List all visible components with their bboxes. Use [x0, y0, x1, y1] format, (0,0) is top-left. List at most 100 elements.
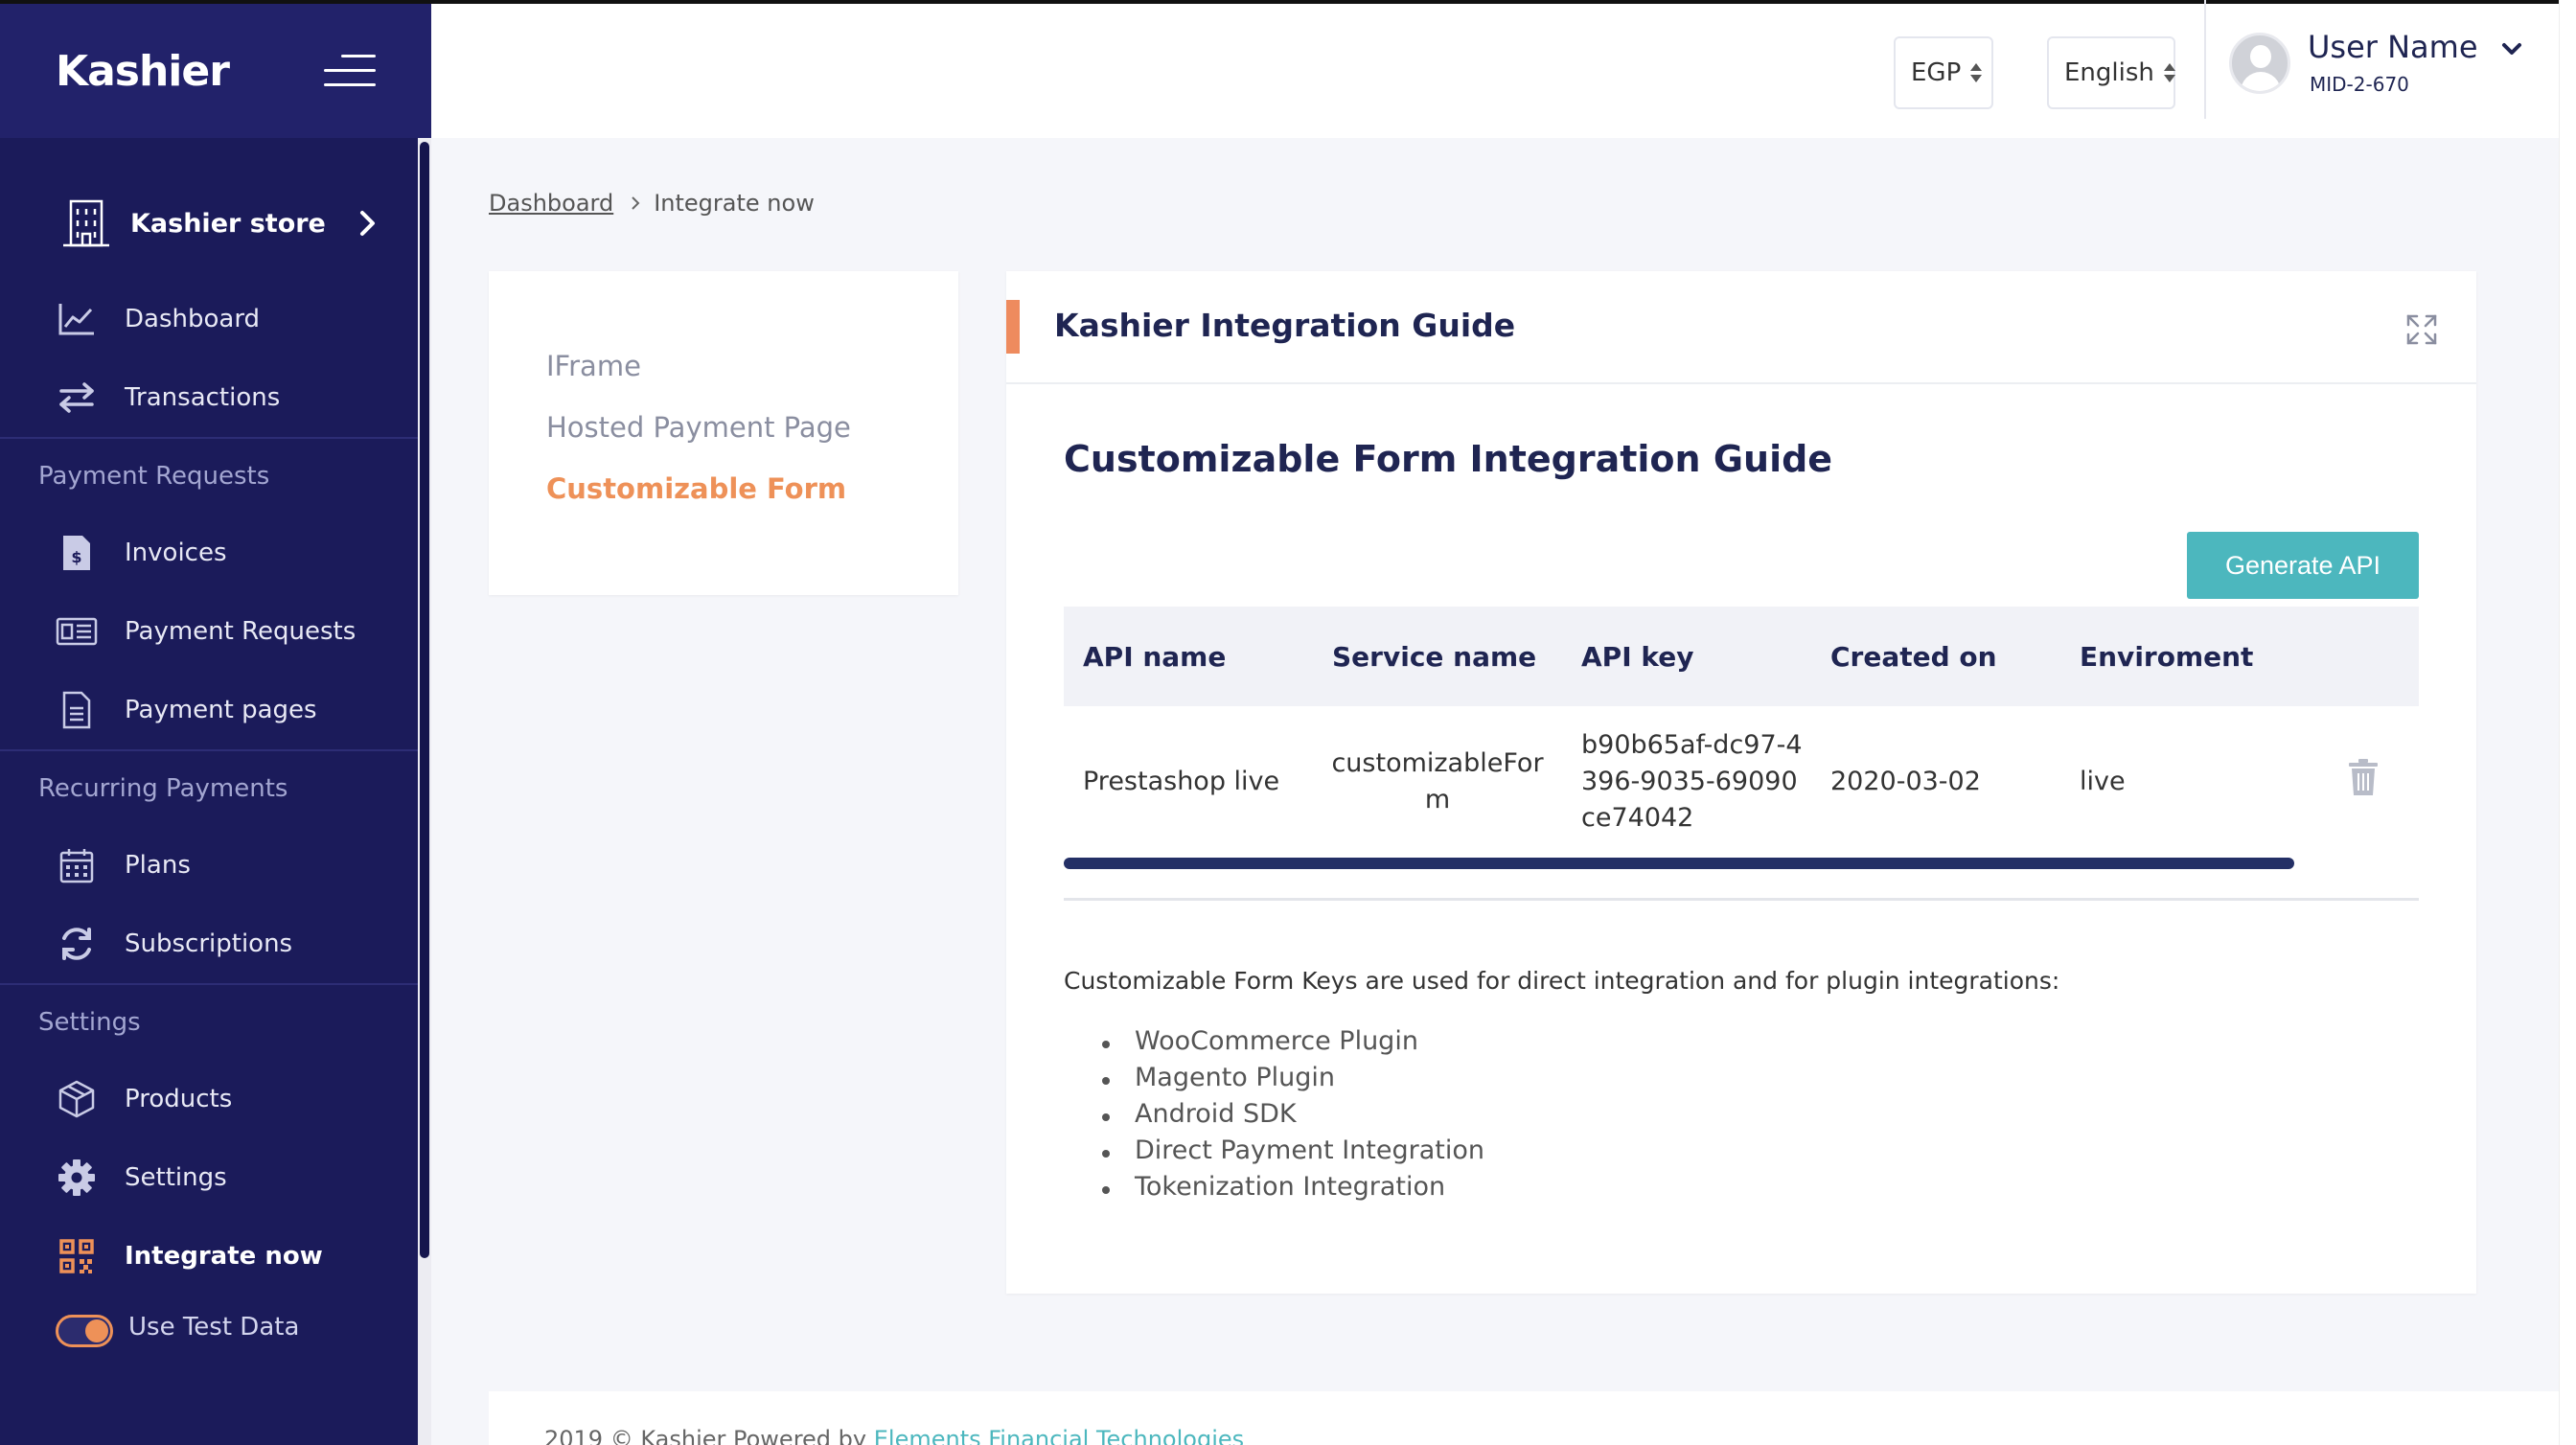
chevron-right-icon [632, 196, 640, 210]
column-header: API name [1083, 640, 1227, 673]
sidebar-item-subscriptions[interactable]: Subscriptions [0, 912, 418, 975]
guide-title: Kashier Integration Guide [1054, 307, 1516, 344]
integration-list: WooCommerce Plugin Magento Plugin Androi… [1102, 1026, 1484, 1208]
sidebar-item-products[interactable]: Products [0, 1067, 418, 1131]
menu-item-customizable-form[interactable]: Customizable Form [546, 472, 846, 505]
sort-arrows-icon [1970, 61, 1982, 84]
sidebar-item-label: Settings [125, 1163, 227, 1192]
sidebar-item-invoices[interactable]: $ Invoices [0, 521, 418, 585]
qr-code-icon [56, 1235, 98, 1277]
test-data-label: Use Test Data [128, 1313, 300, 1342]
integration-guide-card: Kashier Integration Guide Customizable F… [1006, 271, 2476, 1294]
sidebar-item-label: Transactions [125, 383, 281, 412]
sidebar-item-dashboard[interactable]: Dashboard [0, 287, 418, 351]
api-name-cell: Prestashop live [1083, 767, 1280, 796]
section-payment-requests: Payment Requests [38, 462, 270, 491]
sidebar-item-payment-requests[interactable]: Payment Requests [0, 600, 418, 663]
guide-header: Kashier Integration Guide [1006, 271, 2476, 384]
table-horizontal-scrollbar[interactable] [1064, 858, 2294, 869]
sidebar-item-integrate-now[interactable]: Integrate now [0, 1225, 418, 1288]
sidebar-scrollbar-thumb[interactable] [420, 142, 429, 1258]
language-select[interactable]: English [2047, 36, 2175, 109]
sidebar-item-label: Invoices [125, 539, 227, 567]
page-icon [56, 689, 98, 731]
list-item: Tokenization Integration [1102, 1172, 1484, 1208]
integration-description: Customizable Form Keys are used for dire… [1064, 967, 2060, 995]
breadcrumb-current: Integrate now [654, 190, 815, 217]
sidebar-item-transactions[interactable]: Transactions [0, 366, 418, 429]
expand-icon[interactable] [2405, 313, 2438, 346]
user-name[interactable]: User Name [2308, 29, 2478, 65]
menu-item-iframe[interactable]: IFrame [546, 350, 641, 382]
payment-request-icon [56, 610, 98, 653]
chevron-down-icon[interactable] [2499, 36, 2524, 61]
column-header: Created on [1830, 640, 1997, 673]
avatar[interactable] [2229, 33, 2290, 94]
sidebar-item-payment-pages[interactable]: Payment pages [0, 678, 418, 742]
menu-item-hosted-payment-page[interactable]: Hosted Payment Page [546, 411, 851, 444]
sidebar-item-label: Products [125, 1085, 233, 1113]
column-header: Enviroment [2080, 640, 2254, 673]
sidebar-item-label: Dashboard [125, 305, 261, 333]
footer-company-link[interactable]: Elements Financial Technologies [874, 1426, 1244, 1445]
table-header: API name Service name API key Created on… [1064, 607, 2419, 706]
divider [0, 749, 418, 751]
api-key-cell[interactable]: b90b65af-dc97-4396-9035-69090ce74042 [1562, 727, 1811, 837]
chart-line-icon [56, 298, 98, 340]
divider [2204, 0, 2206, 119]
section-recurring-payments: Recurring Payments [38, 774, 288, 803]
column-header: Service name [1332, 640, 1537, 673]
environment-cell: live [2080, 767, 2126, 796]
sidebar-item-settings[interactable]: Settings [0, 1146, 418, 1209]
list-item: Direct Payment Integration [1102, 1135, 1484, 1172]
footer-text: 2019 © Kashier Powered by Elements Finan… [544, 1426, 1244, 1445]
refresh-icon [56, 923, 98, 965]
sidebar: Kashier Kashier store Dashboard Transact… [0, 0, 431, 1445]
divider [0, 437, 418, 439]
test-data-toggle[interactable] [56, 1315, 113, 1347]
integration-menu: IFrame Hosted Payment Page Customizable … [489, 271, 958, 595]
sidebar-header: Kashier [0, 0, 431, 138]
calendar-icon [56, 844, 98, 886]
hamburger-menu-icon[interactable] [324, 55, 376, 87]
list-item: Magento Plugin [1102, 1063, 1484, 1099]
sidebar-item-label: Plans [125, 851, 191, 880]
kashier-logo[interactable]: Kashier [56, 47, 230, 96]
breadcrumb-dashboard-link[interactable]: Dashboard [489, 190, 613, 217]
currency-select[interactable]: EGP [1894, 36, 1993, 109]
column-header: API key [1581, 640, 1694, 673]
actions-cell [2310, 758, 2419, 807]
api-keys-table: API name Service name API key Created on… [1064, 607, 2419, 858]
store-name: Kashier store [130, 208, 326, 239]
merchant-id: MID-2-670 [2310, 73, 2409, 96]
building-icon [63, 199, 109, 247]
currency-value: EGP [1911, 58, 1962, 87]
copyright-text: 2019 © Kashier Powered by [544, 1426, 874, 1445]
divider [0, 983, 418, 985]
list-item: WooCommerce Plugin [1102, 1026, 1484, 1063]
sidebar-item-label: Payment Requests [125, 617, 356, 646]
generate-api-button[interactable]: Generate API [2187, 532, 2419, 599]
trash-icon[interactable] [2348, 758, 2379, 796]
list-item: Android SDK [1102, 1099, 1484, 1135]
sidebar-item-label: Payment pages [125, 696, 317, 724]
footer: 2019 © Kashier Powered by Elements Finan… [489, 1391, 2559, 1445]
svg-text:$: $ [71, 548, 81, 566]
store-switcher[interactable]: Kashier store [0, 182, 418, 264]
invoice-icon: $ [56, 532, 98, 574]
table-row: Prestashop live customizableForm b90b65a… [1064, 706, 2419, 858]
swap-arrows-icon [56, 377, 98, 419]
sidebar-item-plans[interactable]: Plans [0, 834, 418, 897]
divider [1064, 898, 2419, 901]
box-icon [56, 1078, 98, 1120]
page-scrollbar[interactable] [2559, 0, 2576, 1445]
created-on-cell: 2020-03-02 [1830, 767, 1981, 796]
chevron-right-icon [360, 211, 375, 236]
accent-bar [1006, 300, 1020, 354]
gear-icon [56, 1157, 98, 1199]
breadcrumb: Dashboard Integrate now [489, 190, 815, 217]
service-name-cell: customizableForm [1331, 748, 1544, 814]
sidebar-item-label: Integrate now [125, 1242, 323, 1271]
section-settings: Settings [38, 1008, 141, 1037]
sidebar-item-label: Subscriptions [125, 929, 293, 958]
